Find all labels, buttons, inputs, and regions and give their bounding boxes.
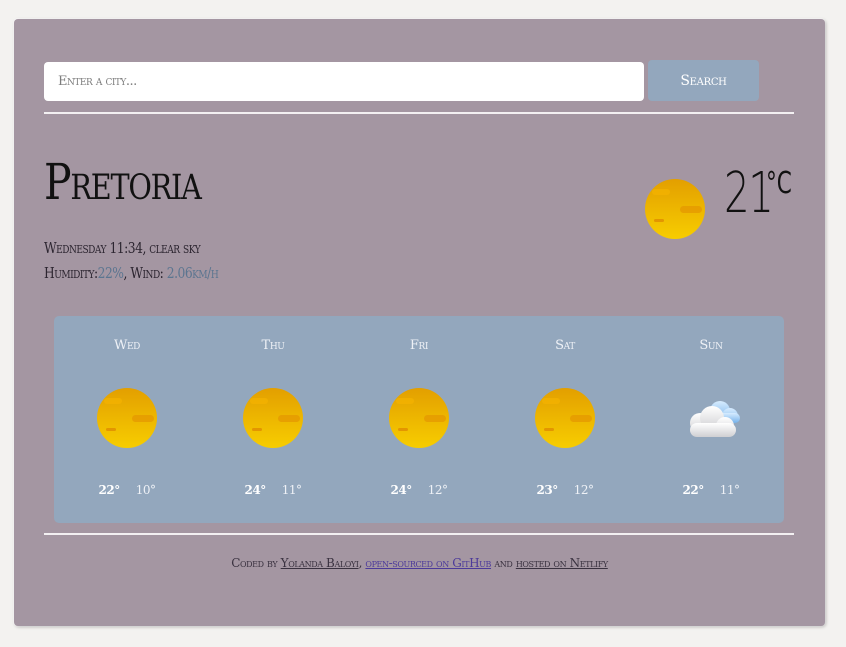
forecast-day: Sat 23° 12° xyxy=(492,316,638,523)
divider xyxy=(44,533,794,535)
forecast-max-temp: 24° xyxy=(390,483,413,497)
forecast-panel: Wed 22° 10° Thu 24° 11° Fri 24° 12° Sat … xyxy=(54,316,784,523)
forecast-temps: 22° 10° xyxy=(54,483,200,497)
date-description: Wednesday 11:34, clear sky xyxy=(44,239,201,257)
humidity-label: Humidity: xyxy=(44,264,98,282)
forecast-temps: 24° 12° xyxy=(346,483,492,497)
divider xyxy=(44,112,794,114)
forecast-min-temp: 11° xyxy=(719,483,740,497)
sun-icon xyxy=(389,388,449,448)
forecast-temps: 24° 11° xyxy=(200,483,346,497)
forecast-day-name: Sun xyxy=(699,338,723,353)
forecast-day-name: Sat xyxy=(555,338,575,353)
city-name: Pretoria xyxy=(44,153,202,211)
forecast-max-temp: 23° xyxy=(536,483,559,497)
github-link[interactable]: open-sourced on GitHub xyxy=(365,556,491,570)
humidity-value: 22% xyxy=(97,264,124,282)
forecast-day-name: Wed xyxy=(114,338,140,353)
forecast-min-temp: 12° xyxy=(427,483,448,497)
forecast-day: Fri 24° 12° xyxy=(346,316,492,523)
city-search-input[interactable] xyxy=(44,62,644,101)
forecast-day-name: Fri xyxy=(409,338,429,353)
forecast-day-name: Thu xyxy=(261,338,285,353)
forecast-day: Sun 22° 11° xyxy=(638,316,784,523)
forecast-min-temp: 12° xyxy=(573,483,594,497)
cloud-icon xyxy=(690,401,740,437)
unit-celsius[interactable]: °C xyxy=(766,169,792,199)
sun-icon xyxy=(97,388,157,448)
search-button[interactable]: Search xyxy=(648,60,759,101)
forecast-max-temp: 22° xyxy=(98,483,121,497)
sun-icon xyxy=(535,388,595,448)
forecast-temps: 22° 11° xyxy=(638,483,784,497)
author-link[interactable]: Yolanda Baloyi xyxy=(281,556,359,570)
forecast-min-temp: 11° xyxy=(281,483,302,497)
forecast-day: Wed 22° 10° xyxy=(54,316,200,523)
wind-value: 2.06km/h xyxy=(166,264,219,282)
wind-label: , Wind: xyxy=(123,264,167,282)
sun-icon xyxy=(645,179,705,239)
forecast-max-temp: 24° xyxy=(244,483,267,497)
forecast-temps: 23° 12° xyxy=(492,483,638,497)
weather-description: , clear sky xyxy=(142,239,201,257)
sun-icon xyxy=(243,388,303,448)
current-day-time: Wednesday 11:34 xyxy=(44,239,143,257)
forecast-max-temp: 22° xyxy=(682,483,705,497)
forecast-min-temp: 10° xyxy=(135,483,156,497)
netlify-link[interactable]: hosted on Netlify xyxy=(516,556,608,570)
forecast-day: Thu 24° 11° xyxy=(200,316,346,523)
footer: Coded by Yolanda Baloyi, open-sourced on… xyxy=(14,556,825,570)
footer-and: and xyxy=(490,556,516,570)
humidity-wind: Humidity:22%, Wind: 2.06km/h xyxy=(44,264,219,282)
weather-app: Search Pretoria Wednesday 11:34, clear s… xyxy=(14,19,825,626)
footer-prefix: Coded by xyxy=(231,556,281,570)
